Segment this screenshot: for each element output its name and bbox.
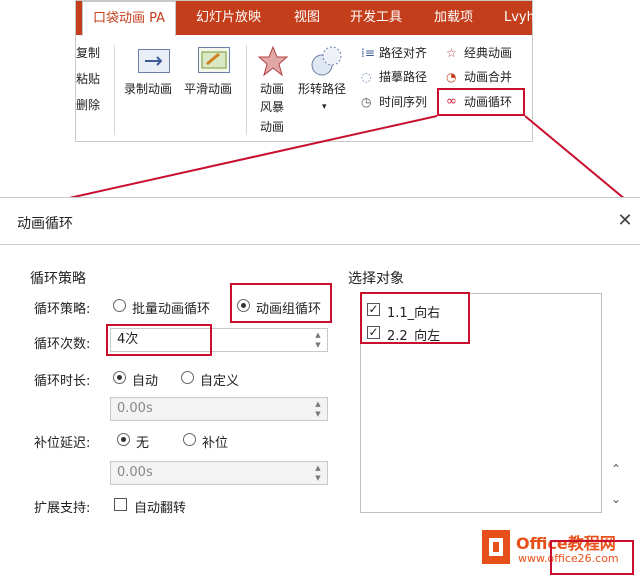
batch-loop-label: 批量动画循环 [132, 302, 211, 317]
duration-input[interactable]: 0.00s ▲ ▼ [110, 397, 328, 421]
loop-duration-label: 循环时长: [34, 374, 91, 389]
dialog-title-divider [0, 244, 640, 245]
delay-value: 0.00s [117, 465, 153, 480]
extension-support-label: 扩展支持: [34, 501, 91, 516]
loop-count-label: 循环次数: [34, 337, 91, 352]
office-logo-icon [482, 530, 510, 564]
duration-auto-label: 自动 [132, 374, 159, 389]
loop-count-stepper[interactable]: ▲ ▼ [311, 330, 325, 350]
scroll-up-icon[interactable]: ⌃ [611, 462, 621, 476]
scroll-down-icon[interactable]: ⌄ [611, 492, 621, 506]
duration-auto-radio[interactable] [113, 371, 126, 384]
close-icon[interactable]: ✕ [614, 210, 636, 232]
loop-strategy-section-title: 循环策略 [30, 271, 86, 287]
padding-delay-label: 补位延迟: [34, 436, 91, 451]
delay-none-radio[interactable] [117, 433, 130, 446]
strategy-label: 循环策略: [34, 302, 91, 317]
duration-value: 0.00s [117, 401, 153, 416]
loop-count-highlight-box [106, 324, 212, 356]
batch-loop-radio[interactable] [113, 299, 126, 312]
delay-stepper[interactable]: ▲ ▼ [311, 463, 325, 483]
confirm-highlight-box [550, 540, 634, 575]
delay-none-label: 无 [136, 436, 150, 451]
duration-custom-radio[interactable] [181, 371, 194, 384]
dialog-title: 动画循环 [17, 216, 73, 232]
objects-highlight-box [360, 292, 470, 344]
duration-custom-label: 自定义 [200, 374, 240, 389]
zoom-connector-lines [1, 115, 639, 214]
strategy-highlight-box [230, 283, 332, 323]
delay-pad-radio[interactable] [183, 433, 196, 446]
delay-input[interactable]: 0.00s ▲ ▼ [110, 461, 328, 485]
delay-pad-label: 补位 [202, 436, 229, 451]
auto-flip-checkbox[interactable] [114, 498, 127, 511]
auto-flip-label: 自动翻转 [134, 501, 187, 516]
duration-stepper[interactable]: ▲ ▼ [311, 399, 325, 419]
select-objects-section-title: 选择对象 [348, 271, 404, 287]
